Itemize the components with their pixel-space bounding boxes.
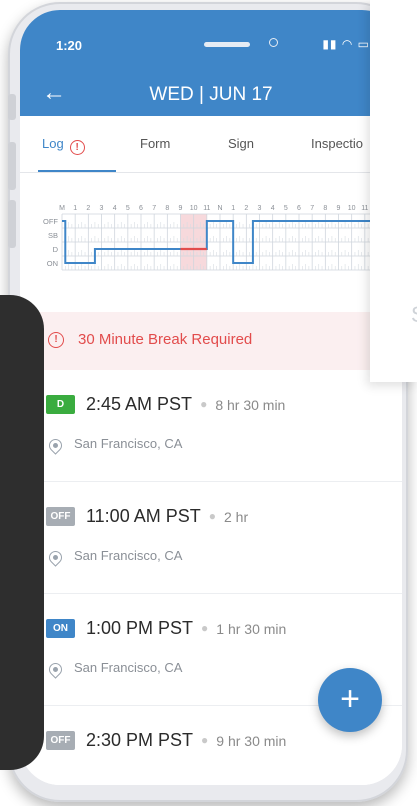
hour-label: N — [217, 205, 222, 212]
location: San Francisco, CA — [74, 436, 183, 451]
hour-label: 2 — [86, 205, 90, 212]
row-label: ON — [47, 259, 58, 268]
hour-label: 1 — [231, 205, 235, 212]
overlay-card: S — [370, 0, 417, 382]
page-title: WED | JUN 17 — [149, 84, 273, 105]
separator-dot: ● — [201, 621, 209, 635]
hour-label: 5 — [126, 205, 130, 212]
location-pin-icon — [46, 660, 65, 679]
tab-inspection[interactable]: Inspectio — [311, 136, 363, 151]
side-button — [8, 200, 16, 248]
duration: 9 hr 30 min — [216, 733, 287, 749]
row-label: OFF — [43, 217, 58, 226]
status-badge: D — [46, 395, 75, 414]
hour-label: 5 — [284, 205, 288, 212]
hour-label: 8 — [165, 205, 169, 212]
location: San Francisco, CA — [74, 548, 183, 563]
background-panel — [0, 295, 44, 770]
hour-label: 10 — [190, 205, 198, 212]
signal-battery-icon: ▮▮ ◠ ▭ — [322, 37, 370, 51]
tab-sign[interactable]: Sign — [228, 136, 254, 151]
tab-label: Log — [42, 136, 64, 151]
hour-label: 4 — [271, 205, 275, 212]
separator-dot: ● — [200, 397, 208, 411]
app-bar: 1:20 ▮▮ ◠ ▭ ← WED | JUN 17 — [20, 10, 402, 116]
duration: 2 hr — [223, 509, 249, 525]
side-button — [8, 94, 16, 120]
row-label: D — [53, 245, 59, 254]
status-badge: ON — [46, 619, 75, 638]
speaker-notch — [204, 42, 250, 47]
hour-label: 1 — [73, 205, 77, 212]
entry-time: 11:00 AM PST ● 2 hr — [86, 506, 248, 527]
app-screen: 1:20 ▮▮ ◠ ▭ ← WED | JUN 17 Log! Form Sig… — [20, 10, 402, 785]
hour-label: 11 — [203, 205, 210, 212]
time-value: 1:00 PM PST — [86, 618, 194, 638]
entry-time: 2:30 PM PST ● 9 hr 30 min — [86, 730, 286, 751]
tab-bar: Log! Form Sign Inspectio — [20, 116, 402, 173]
status-badge: OFF — [46, 507, 75, 526]
hour-label: 6 — [139, 205, 143, 212]
card-glyph: S — [411, 302, 417, 328]
duration: 8 hr 30 min — [215, 397, 286, 413]
tab-log[interactable]: Log! — [42, 136, 85, 155]
hour-label: 3 — [100, 205, 104, 212]
hour-label: 6 — [297, 205, 301, 212]
row-label: SB — [48, 231, 58, 240]
separator-dot: ● — [201, 733, 209, 747]
break-alert: ! 30 Minute Break Required — [20, 312, 402, 370]
list-item[interactable]: OFF 11:00 AM PST ● 2 hr San Francisco, CA — [20, 482, 402, 594]
location-pin-icon — [46, 548, 65, 567]
warning-icon: ! — [69, 140, 85, 155]
entry-time: 2:45 AM PST ● 8 hr 30 min — [86, 394, 285, 415]
time-value: 2:30 PM PST — [86, 730, 194, 750]
separator-dot: ● — [208, 509, 216, 523]
hour-label: 11 — [361, 205, 368, 212]
duration: 1 hr 30 min — [216, 621, 287, 637]
hour-label: M — [59, 205, 65, 212]
hour-label: 3 — [258, 205, 262, 212]
hour-label: 9 — [337, 205, 341, 212]
hour-label: 4 — [113, 205, 117, 212]
hour-label: 9 — [179, 205, 183, 212]
alert-icon: ! — [48, 332, 64, 348]
status-badge: OFF — [46, 731, 75, 750]
hour-label: 8 — [323, 205, 327, 212]
tab-form[interactable]: Form — [140, 136, 170, 151]
time-value: 11:00 AM PST — [86, 506, 201, 526]
entry-time: 1:00 PM PST ● 1 hr 30 min — [86, 618, 286, 639]
hour-label: 10 — [348, 205, 356, 212]
location-pin-icon — [46, 436, 65, 455]
add-entry-button[interactable]: + — [318, 668, 382, 732]
alert-text: 30 Minute Break Required — [78, 331, 253, 348]
camera-notch — [269, 38, 278, 47]
side-button — [8, 142, 16, 190]
time-value: 2:45 AM PST — [86, 394, 193, 414]
status-time: 1:20 — [56, 38, 83, 53]
list-item[interactable]: D 2:45 AM PST ● 8 hr 30 min San Francisco,… — [20, 370, 402, 482]
hour-label: 7 — [310, 205, 314, 212]
hour-label: 7 — [152, 205, 156, 212]
active-tab-indicator — [38, 170, 116, 172]
location: San Francisco, CA — [74, 660, 183, 675]
hour-label: 2 — [244, 205, 248, 212]
hos-log-grid: M1234567891011N1234567891011MOFFSBDON1:0… — [43, 205, 388, 271]
